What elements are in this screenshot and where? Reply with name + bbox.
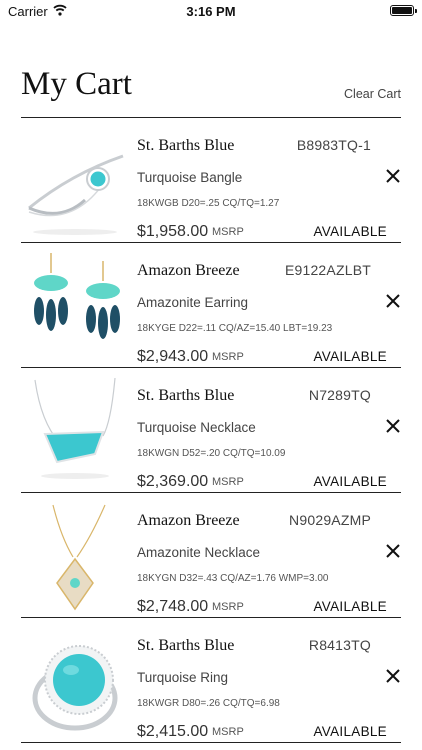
pendant-icon: [52, 504, 106, 611]
availability-status: AVAILABLE: [313, 474, 387, 489]
cart-item[interactable]: St. Barths Blue N7289TQ Turquoise Neckla…: [21, 368, 401, 493]
msrp-label: MSRP: [212, 476, 244, 488]
item-collection: St. Barths Blue: [137, 137, 235, 154]
item-collection: St. Barths Blue: [137, 387, 235, 404]
item-sku: N7289TQ: [308, 387, 371, 403]
item-sku: E9122AZLBT: [284, 262, 371, 278]
msrp-label: MSRP: [212, 601, 244, 613]
close-icon: [386, 169, 400, 183]
clear-cart-button[interactable]: Clear Cart: [344, 87, 401, 101]
item-description: Amazonite Necklace: [137, 545, 261, 560]
remove-item-button[interactable]: [385, 418, 401, 434]
item-specs: 18KWGN D52=.20 CQ/TQ=10.09: [137, 448, 286, 459]
item-sku: B8983TQ-1: [296, 137, 371, 153]
page-title: My Cart: [21, 66, 132, 102]
item-specs: 18KWGR D80=.26 CQ/TQ=6.98: [137, 698, 280, 709]
item-specs: 18KWGB D20=.25 CQ/TQ=1.27: [137, 198, 280, 209]
close-icon: [386, 294, 400, 308]
close-icon: [386, 669, 400, 683]
item-collection: Amazon Breeze: [137, 262, 240, 279]
cart-item[interactable]: Amazon Breeze E9122AZLBT Amazonite Earri…: [21, 243, 401, 368]
availability-status: AVAILABLE: [313, 724, 387, 739]
item-sku: N9029AZMP: [289, 512, 371, 528]
cart-item[interactable]: St. Barths Blue B8983TQ-1 Turquoise Bang…: [21, 118, 401, 243]
close-icon: [386, 544, 400, 558]
availability-status: AVAILABLE: [313, 349, 387, 364]
msrp-label: MSRP: [212, 351, 244, 363]
availability-status: AVAILABLE: [313, 224, 387, 239]
item-description: Turquoise Ring: [137, 670, 229, 685]
item-description: Amazonite Earring: [137, 295, 249, 310]
item-collection: Amazon Breeze: [137, 512, 240, 529]
earring-icon: [34, 253, 120, 339]
cart-item[interactable]: St. Barths Blue R8413TQ Turquoise Ring 1…: [21, 618, 401, 743]
item-price: $1,958.00: [137, 223, 209, 240]
msrp-label: MSRP: [212, 726, 244, 738]
necklace-icon: [34, 377, 116, 479]
bangle-icon: [28, 154, 124, 235]
item-description: Turquoise Necklace: [137, 420, 256, 435]
item-price: $2,415.00: [137, 723, 209, 740]
remove-item-button[interactable]: [385, 168, 401, 184]
remove-item-button[interactable]: [385, 543, 401, 559]
status-bar: Carrier 3:16 PM: [0, 0, 422, 24]
item-price: $2,943.00: [137, 348, 209, 365]
item-collection: St. Barths Blue: [137, 637, 235, 654]
availability-status: AVAILABLE: [313, 599, 387, 614]
msrp-label: MSRP: [212, 226, 244, 238]
item-price: $2,748.00: [137, 598, 209, 615]
close-icon: [386, 419, 400, 433]
clock: 3:16 PM: [186, 4, 236, 19]
item-specs: 18KYGE D22=.11 CQ/AZ=15.40 LBT=19.23: [137, 323, 333, 334]
battery-icon: [390, 5, 417, 16]
item-price: $2,369.00: [137, 473, 209, 490]
cart-list: St. Barths Blue B8983TQ-1 Turquoise Bang…: [21, 118, 401, 743]
remove-item-button[interactable]: [385, 668, 401, 684]
cart-item[interactable]: Amazon Breeze N9029AZMP Amazonite Neckla…: [21, 493, 401, 618]
item-specs: 18KYGN D32=.43 CQ/AZ=1.76 WMP=3.00: [137, 573, 329, 584]
item-description: Turquoise Bangle: [137, 170, 243, 185]
ring-icon: [32, 645, 118, 731]
item-sku: R8413TQ: [308, 637, 371, 653]
cart-header: My Cart Clear Cart: [21, 60, 401, 118]
remove-item-button[interactable]: [385, 293, 401, 309]
